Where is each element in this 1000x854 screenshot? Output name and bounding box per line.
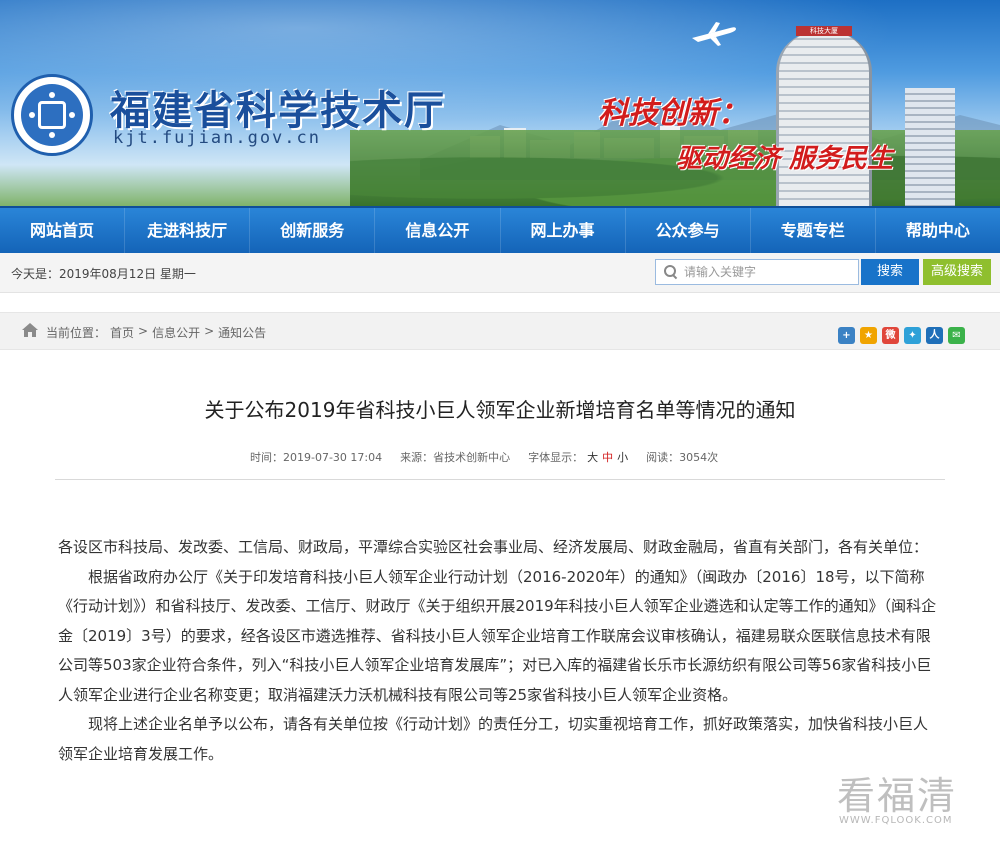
breadcrumb: 当前位置： 首页 > 信息公开 > 通知公告 (46, 324, 266, 341)
watermark: 看福清 WWW.FQLOOK.COM (837, 765, 987, 835)
nav-item-online-services[interactable]: 网上办事 (501, 208, 626, 253)
tower-building (776, 32, 872, 206)
share-icons: + ★ 微 ✦ 人 ✉ (838, 327, 965, 344)
nav-item-about[interactable]: 走进科技厅 (125, 208, 251, 253)
paragraph-addressees: 各设区市科技局、发改委、工信局、财政局，平潭综合实验区社会事业局、经济发展局、财… (58, 538, 929, 556)
home-icon (22, 323, 38, 337)
font-size-label: 字体显示： (528, 451, 584, 464)
search-box[interactable] (655, 259, 859, 285)
nav-item-help-center[interactable]: 帮助中心 (876, 208, 1000, 253)
search-button[interactable]: 搜索 (861, 259, 919, 285)
tower-sign: 科技大厦 (796, 26, 852, 36)
nav-item-home[interactable]: 网站首页 (0, 208, 126, 253)
article-meta: 时间：2019-07-30 17:04 来源：省技术创新中心 字体显示： 大 中… (250, 449, 718, 465)
article-title: 关于公布2019年省科技小巨人领军企业新增培育名单等情况的通知 (204, 398, 796, 422)
main-nav: 网站首页 走进科技厅 创新服务 信息公开 网上办事 公众参与 专题专栏 帮助中心 (0, 206, 1000, 253)
slogan-line-1: 科技创新： (598, 96, 748, 131)
font-size-selector: 字体显示： 大 中 小 (528, 449, 628, 465)
breadcrumb-separator: > (204, 324, 215, 338)
breadcrumb-separator: > (138, 324, 149, 338)
view-count: 阅读：3054次 (646, 451, 719, 464)
paragraph-main: 根据省政府办公厅《关于印发培育科技小巨人领军企业行动计划（2016-2020年）… (58, 567, 937, 704)
airplane-icon (692, 22, 736, 46)
breadcrumb-prefix: 当前位置： (46, 326, 107, 340)
slogan-line-2: 驱动经济 服务民生 (676, 144, 894, 174)
article-source: 来源：省技术创新中心 (400, 451, 511, 464)
header-banner: 科技大厦 福建省科学技术厅 kjt.fujian.gov.cn 科技创新： 驱动… (0, 0, 1000, 206)
secondary-building (905, 88, 955, 206)
nav-item-special-topics[interactable]: 专题专栏 (751, 208, 876, 253)
article-body: 各设区市科技局、发改委、工信局、财政局，平潭综合实验区社会事业局、经济发展局、财… (58, 533, 942, 769)
trees-graphic (350, 130, 1000, 206)
title-divider (55, 479, 945, 480)
font-size-small[interactable]: 小 (617, 449, 628, 465)
wechat-share-icon[interactable]: ✉ (948, 327, 965, 344)
font-size-medium[interactable]: 中 (602, 449, 613, 465)
fujian-science-emblem-icon (21, 84, 83, 146)
watermark-url: WWW.FQLOOK.COM (839, 815, 953, 826)
breadcrumb-notices[interactable]: 通知公告 (218, 324, 266, 341)
breadcrumb-info-disclosure[interactable]: 信息公开 (152, 324, 200, 341)
tencent-weibo-share-icon[interactable]: ✦ (904, 327, 921, 344)
current-date: 今天是：2019年08月12日 星期一 (11, 267, 196, 281)
publish-time: 时间：2019-07-30 17:04 (250, 451, 383, 464)
breadcrumb-home[interactable]: 首页 (110, 324, 134, 341)
nav-item-info-disclosure[interactable]: 信息公开 (375, 208, 501, 253)
advanced-search-button[interactable]: 高级搜索 (923, 259, 991, 285)
search-icon (664, 265, 678, 279)
site-logo[interactable] (11, 74, 93, 156)
search-input[interactable] (684, 265, 854, 279)
nav-item-public-participation[interactable]: 公众参与 (626, 208, 751, 253)
plus-share-icon[interactable]: + (838, 327, 855, 344)
qzone-share-icon[interactable]: ★ (860, 327, 877, 344)
watermark-title: 看福清 (837, 774, 958, 818)
weibo-share-icon[interactable]: 微 (882, 327, 899, 344)
font-size-large[interactable]: 大 (587, 449, 598, 465)
site-domain: kjt.fujian.gov.cn (113, 128, 321, 148)
nav-item-innovation-services[interactable]: 创新服务 (250, 208, 376, 253)
paragraph-closing: 现将上述企业名单予以公布，请各有关单位按《行动计划》的责任分工，切实重视培育工作… (58, 715, 929, 763)
renren-share-icon[interactable]: 人 (926, 327, 943, 344)
